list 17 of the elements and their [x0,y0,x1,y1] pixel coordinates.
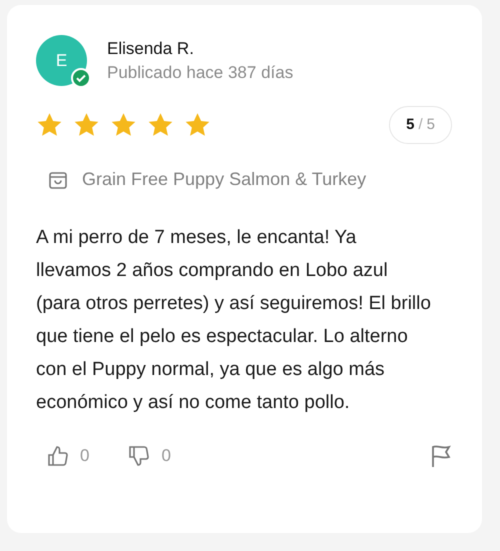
score-badge: 5 / 5 [389,106,452,144]
posted-date: Publicado hace 387 días [107,62,294,84]
like-button[interactable]: 0 [46,443,90,468]
bag-icon [48,170,68,190]
star-icon [36,112,63,138]
product-name: Grain Free Puppy Salmon & Turkey [82,168,366,191]
star-icon [147,112,174,138]
flag-icon [430,444,452,468]
thumbs-down-icon [127,444,152,468]
thumbs-up-icon [46,444,70,468]
review-text: A mi perro de 7 meses, le encanta! Ya llevamos 2 años comprando en Lobo azul (para otros perretes) y así seguiremos! El brillo que tiene el pelo es espectacular. Lo alterno con el Puppy normal, ya que es algo más económico y así no come tanto pollo. [36,226,432,415]
star-icon [184,112,211,138]
star-icon [110,112,137,138]
author-name: Elisenda R. [107,38,195,60]
report-button[interactable] [430,444,452,468]
dislike-button[interactable]: 0 [127,443,171,468]
star-icon [73,112,100,138]
